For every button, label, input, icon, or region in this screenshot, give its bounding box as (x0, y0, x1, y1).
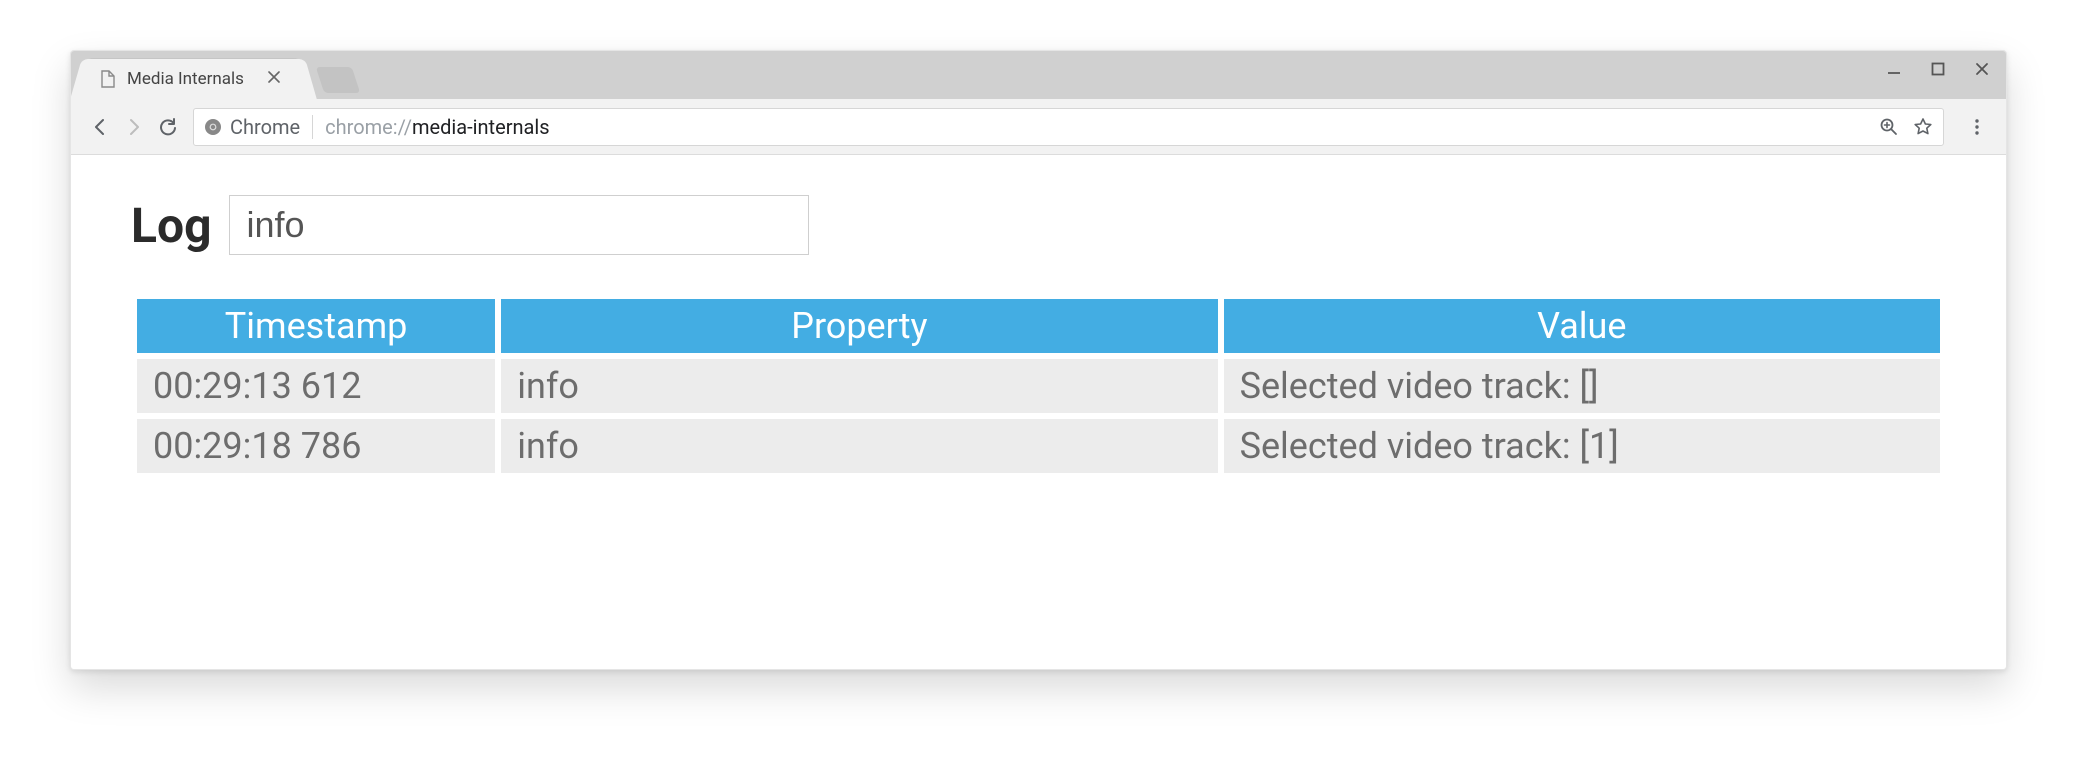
log-heading: Log (131, 197, 211, 254)
reload-button[interactable] (151, 110, 185, 144)
maximize-button[interactable] (1924, 57, 1952, 81)
col-timestamp: Timestamp (137, 299, 495, 353)
log-header: Log (131, 195, 1946, 255)
browser-window: Media Internals (70, 50, 2007, 670)
log-filter-input[interactable] (229, 195, 809, 255)
menu-button[interactable] (1960, 110, 1994, 144)
col-value: Value (1224, 299, 1940, 353)
table-row: 00:29:18 786 info Selected video track: … (137, 419, 1940, 473)
url-path: media-internals (412, 115, 550, 139)
back-button[interactable] (83, 110, 117, 144)
chrome-icon (204, 118, 222, 136)
close-tab-button[interactable] (268, 71, 284, 87)
zoom-icon[interactable] (1879, 117, 1899, 137)
tab-strip: Media Internals (71, 51, 2006, 99)
page-content: Log Timestamp Property Value 00:29:13 61… (71, 155, 2006, 669)
col-property: Property (501, 299, 1217, 353)
site-chip-label: Chrome (230, 115, 300, 139)
site-chip: Chrome (204, 115, 313, 139)
cell-property: info (501, 419, 1217, 473)
bookmark-star-icon[interactable] (1913, 117, 1933, 137)
cell-property: info (501, 359, 1217, 413)
close-window-button[interactable] (1968, 57, 1996, 81)
forward-button[interactable] (117, 110, 151, 144)
cell-value: Selected video track: [] (1224, 359, 1940, 413)
table-row: 00:29:13 612 info Selected video track: … (137, 359, 1940, 413)
tab-label: Media Internals (127, 69, 244, 89)
window-controls (1880, 57, 1996, 81)
log-table: Timestamp Property Value 00:29:13 612 in… (131, 293, 1946, 479)
tab-media-internals[interactable]: Media Internals (85, 59, 302, 99)
new-tab-button[interactable] (316, 67, 360, 93)
cell-value: Selected video track: [1] (1224, 419, 1940, 473)
cell-timestamp: 00:29:13 612 (137, 359, 495, 413)
cell-timestamp: 00:29:18 786 (137, 419, 495, 473)
url-scheme: chrome:// (325, 115, 412, 139)
minimize-button[interactable] (1880, 57, 1908, 81)
file-icon (99, 70, 117, 88)
browser-toolbar: Chrome chrome://media-internals (71, 99, 2006, 155)
address-bar[interactable]: Chrome chrome://media-internals (193, 108, 1944, 146)
table-header-row: Timestamp Property Value (137, 299, 1940, 353)
